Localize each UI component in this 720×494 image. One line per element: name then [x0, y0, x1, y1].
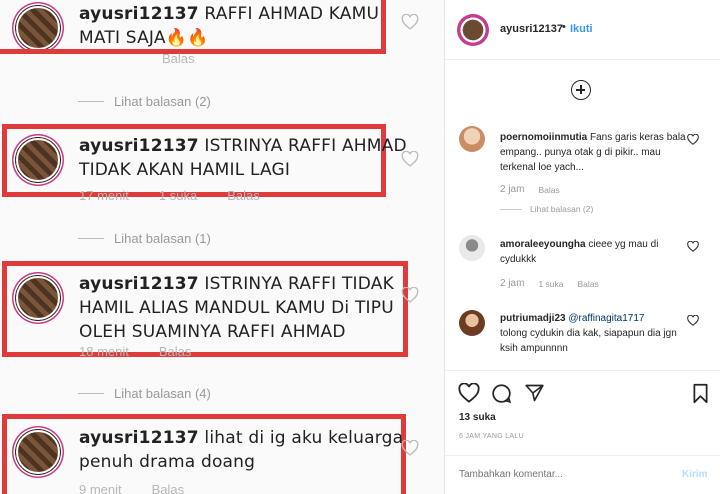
post-timestamp: 6 JAM YANG LALU	[459, 433, 524, 440]
comment-body: ISTRINYA RAFFI TIDAK	[204, 274, 394, 294]
comment-username[interactable]: putriumadji23	[500, 313, 566, 324]
comment-body-line2: MATI SAJA🔥🔥	[79, 28, 209, 48]
post-header: ayusri12137 • Ikuti	[445, 0, 720, 60]
comment-input[interactable]	[459, 469, 659, 480]
instagram-comments-panel: ayusri12137 • Ikuti poernomoiinmutia Fan…	[444, 0, 720, 494]
header-username[interactable]: ayusri12137	[500, 23, 563, 35]
like-heart-icon[interactable]	[687, 241, 699, 252]
comment-body-line2: penuh drama doang	[79, 452, 256, 472]
comment-body: tolong cydukin dia kak, siapapun dia jgn…	[500, 328, 677, 354]
post-comment-button[interactable]: Kirim	[682, 469, 708, 480]
reply-button[interactable]: Balas	[538, 185, 559, 195]
avatar[interactable]	[459, 310, 485, 336]
comment-text: poernomoiinmutia Fans garis keras bala e…	[500, 130, 690, 175]
comment-mention[interactable]: @raffinagita1717	[568, 313, 644, 324]
comment-text: ayusri12137 RAFFI AHMAD KAMU MATI SAJA🔥🔥	[79, 2, 379, 50]
comment-username: ayusri12137	[79, 136, 199, 156]
like-heart-icon[interactable]	[401, 14, 419, 30]
avatar[interactable]	[459, 235, 485, 261]
add-comment-bar: Kirim	[445, 455, 720, 494]
avatar[interactable]	[457, 14, 489, 46]
like-heart-icon[interactable]	[401, 440, 419, 456]
comment-meta: 18 menit Balas	[79, 344, 192, 359]
view-replies-link[interactable]: Lihat balasan (2)	[78, 94, 211, 109]
comment-body-line3: OLEH SUAMINYA RAFFI AHMAD	[79, 322, 346, 342]
post-actions: 13 suka 6 JAM YANG LALU Kirim	[445, 370, 720, 494]
like-heart-icon[interactable]	[458, 383, 480, 403]
comment-meta: Balas	[162, 51, 195, 66]
comment-meta: 2 jam Balas	[500, 184, 560, 195]
comment-text: ayusri12137 ISTRINYA RAFFI TIDAK HAMIL A…	[79, 272, 394, 344]
view-replies-link[interactable]: Lihat balasan (1)	[78, 231, 211, 246]
comment-text: amoraleeyoungha cieee yg mau di cydukkk	[500, 237, 690, 267]
comment-text: putriumadji23 @raffinagita1717 tolong cy…	[500, 311, 690, 356]
comment-username[interactable]: amoraleeyoungha	[500, 239, 586, 250]
comment-meta: 2 jam 1 suka Balas	[500, 278, 599, 289]
zoomed-comments-screenshot: ayusri12137 RAFFI AHMAD KAMU MATI SAJA🔥🔥…	[0, 0, 444, 494]
comment-meta: 9 menit Balas	[79, 482, 185, 494]
comment-body-line2: HAMIL ALIAS MANDUL KAMU Di TIPU	[79, 298, 394, 318]
like-heart-icon[interactable]	[401, 151, 419, 167]
likes-count[interactable]: 13 suka	[459, 412, 496, 423]
comment-username: ayusri12137	[79, 274, 199, 294]
comment-time: 2 jam	[500, 184, 525, 195]
comment-username: ayusri12137	[79, 4, 199, 24]
view-replies-link[interactable]: Lihat balasan (2)	[500, 204, 593, 214]
like-heart-icon[interactable]	[687, 134, 699, 145]
comment-icon[interactable]	[491, 383, 512, 404]
avatar[interactable]	[459, 126, 485, 152]
comment-body: lihat di ig aku keluarga	[204, 428, 404, 448]
comment-time: 2 jam	[500, 278, 525, 289]
comment-text: ayusri12137 lihat di ig aku keluarga pen…	[79, 426, 403, 474]
follow-button[interactable]: Ikuti	[570, 23, 593, 35]
share-icon[interactable]	[524, 383, 545, 403]
like-heart-icon[interactable]	[687, 315, 699, 326]
comment-likes[interactable]: 1 suka	[538, 279, 563, 289]
load-more-comments-icon[interactable]	[571, 80, 591, 100]
comment-body: ISTRINYA RAFFI AHMAD	[204, 136, 407, 156]
comment-username[interactable]: poernomoiinmutia	[500, 132, 587, 143]
comment-body: RAFFI AHMAD KAMU	[204, 4, 380, 24]
view-replies-link[interactable]: Lihat balasan (4)	[78, 386, 211, 401]
comment-text: ayusri12137 ISTRINYA RAFFI AHMAD TIDAK A…	[79, 134, 407, 182]
reply-button[interactable]: Balas	[578, 279, 599, 289]
like-heart-icon[interactable]	[401, 287, 419, 303]
separator-dot: •	[562, 21, 566, 33]
comment-body-line2: TIDAK AKAN HAMIL LAGI	[79, 160, 291, 180]
comment-meta: 17 menit 1 suka Balas	[79, 188, 260, 203]
comment-username: ayusri12137	[79, 428, 199, 448]
bookmark-icon[interactable]	[692, 383, 709, 404]
